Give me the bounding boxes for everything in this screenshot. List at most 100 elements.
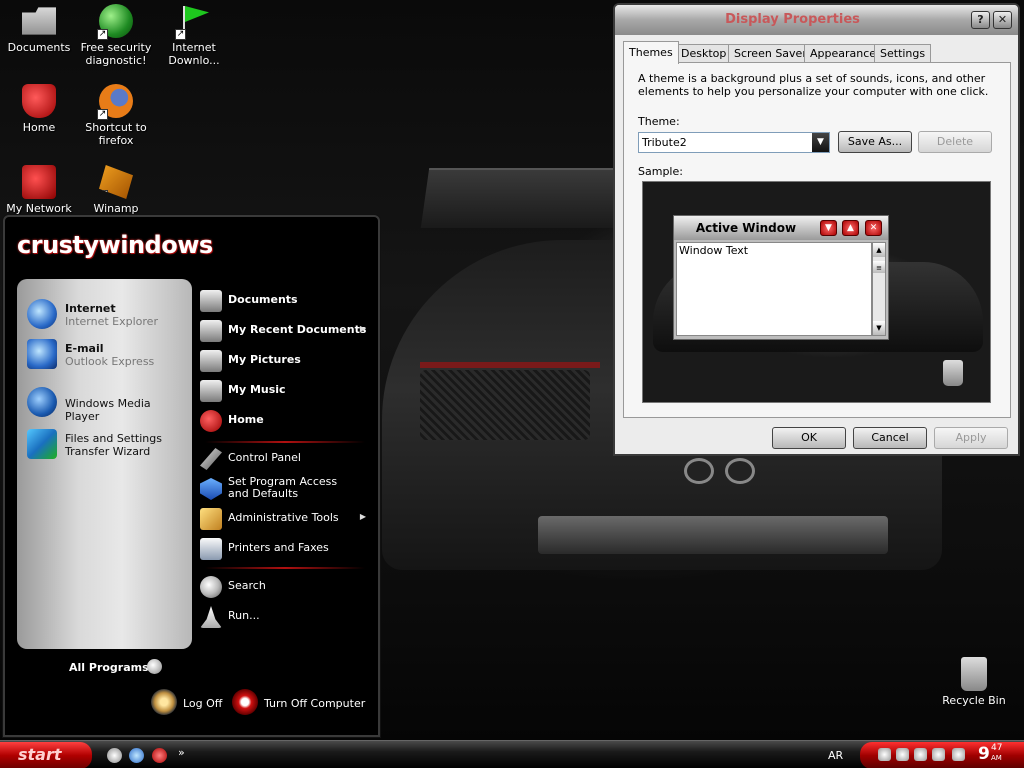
network-status-icon[interactable] bbox=[932, 748, 945, 761]
title-bar[interactable]: Display Properties ? ✕ bbox=[615, 5, 1018, 35]
volume-icon[interactable] bbox=[896, 748, 909, 761]
show-desktop-icon[interactable] bbox=[107, 748, 122, 763]
user-name: crustywindows bbox=[17, 231, 213, 259]
start-item-label: Administrative Tools bbox=[228, 511, 339, 524]
cancel-button[interactable]: Cancel bbox=[853, 427, 927, 449]
start-item-home[interactable]: Home bbox=[200, 408, 372, 434]
home-icon bbox=[22, 84, 56, 118]
firefox-icon: ↗ bbox=[97, 84, 133, 120]
menu-separator bbox=[205, 441, 365, 443]
admin-tools-icon bbox=[200, 508, 222, 530]
help-button[interactable]: ? bbox=[971, 11, 990, 29]
all-programs-arrow-icon[interactable] bbox=[147, 659, 162, 674]
clock-hour[interactable]: 9 bbox=[978, 744, 990, 764]
language-indicator[interactable]: AR bbox=[828, 749, 843, 762]
clock-minute[interactable]: 47 bbox=[991, 743, 1002, 753]
program-access-icon bbox=[200, 478, 222, 500]
pinned-programs-panel: Internet Internet Explorer E-mail Outloo… bbox=[17, 279, 192, 649]
start-item-admin-tools[interactable]: Administrative Tools ▶ bbox=[200, 506, 372, 532]
theme-sample-preview: Active Window ▼ ▲ ✕ Window Text ▲ ≡ ▼ bbox=[642, 181, 991, 403]
apply-button[interactable]: Apply bbox=[934, 427, 1008, 449]
start-item-recent-documents[interactable]: My Recent Documents ▶ bbox=[200, 318, 372, 344]
flag-icon: ↗ bbox=[175, 4, 211, 40]
start-item-printers[interactable]: Printers and Faxes bbox=[200, 536, 372, 562]
start-item-title: E-mail bbox=[65, 342, 104, 355]
start-item-title: Windows Media Player bbox=[65, 397, 151, 423]
sample-scrollbar: ▲ ≡ ▼ bbox=[872, 242, 886, 336]
desktop-icon-home[interactable]: Home bbox=[0, 84, 78, 134]
start-item-search[interactable]: Search bbox=[200, 574, 372, 600]
sample-window-text: Window Text bbox=[679, 244, 749, 257]
clock-ampm[interactable]: AM bbox=[991, 754, 1002, 762]
log-off-button[interactable]: Log Off bbox=[151, 689, 231, 717]
tab-themes[interactable]: Themes bbox=[623, 41, 679, 64]
email-icon bbox=[27, 339, 57, 369]
start-item-label: Control Panel bbox=[228, 451, 301, 464]
close-button[interactable]: ✕ bbox=[993, 11, 1012, 29]
tab-appearance[interactable]: Appearance bbox=[804, 44, 883, 63]
power-icon bbox=[232, 689, 258, 715]
tray-icon[interactable] bbox=[878, 748, 891, 761]
desktop-icon-label: Internet Downlo... bbox=[168, 41, 220, 67]
desktop-icon-winamp[interactable]: ↗ Winamp bbox=[77, 165, 155, 215]
start-item-my-pictures[interactable]: My Pictures bbox=[200, 348, 372, 374]
start-item-transfer-wizard[interactable]: Files and Settings Transfer Wizard bbox=[25, 427, 185, 463]
log-off-label: Log Off bbox=[183, 697, 223, 710]
start-item-media-player[interactable]: Windows Media Player bbox=[25, 385, 185, 423]
window-title: Display Properties bbox=[725, 12, 860, 27]
tray-icon[interactable] bbox=[914, 748, 927, 761]
desktop-icon-documents[interactable]: Documents bbox=[0, 4, 78, 54]
folder-icon bbox=[22, 7, 56, 35]
desktop-icon-label: My Network bbox=[6, 202, 72, 215]
save-as-button[interactable]: Save As... bbox=[838, 131, 912, 153]
internet-explorer-icon[interactable] bbox=[129, 748, 144, 763]
power-status-icon[interactable] bbox=[952, 748, 965, 761]
car-wing-graphic bbox=[420, 168, 630, 228]
start-item-email[interactable]: E-mail Outlook Express bbox=[25, 337, 185, 373]
chevron-down-icon[interactable]: ▼ bbox=[812, 133, 829, 152]
desktop-icon-security[interactable]: ↗ Free security diagnostic! bbox=[77, 4, 155, 67]
start-item-label: Documents bbox=[228, 293, 298, 306]
start-item-label: My Pictures bbox=[228, 353, 301, 366]
start-item-title: Internet bbox=[65, 302, 116, 315]
delete-button[interactable]: Delete bbox=[918, 131, 992, 153]
desktop-icon-label: Recycle Bin bbox=[942, 694, 1006, 707]
start-menu: crustywindows Internet Internet Explorer… bbox=[3, 215, 380, 737]
start-item-program-access[interactable]: Set Program Access and Defaults bbox=[200, 476, 372, 506]
globe-icon: ↗ bbox=[97, 4, 133, 40]
tab-desktop[interactable]: Desktop bbox=[675, 44, 733, 63]
sample-label: Sample: bbox=[638, 165, 683, 178]
ok-button[interactable]: OK bbox=[772, 427, 846, 449]
start-item-documents[interactable]: Documents bbox=[200, 288, 372, 314]
control-panel-icon bbox=[200, 448, 222, 470]
tab-settings[interactable]: Settings bbox=[874, 44, 932, 63]
theme-description: A theme is a background plus a set of so… bbox=[638, 72, 989, 98]
quicklaunch-app-icon[interactable] bbox=[152, 748, 167, 763]
start-item-internet[interactable]: Internet Internet Explorer bbox=[25, 297, 185, 333]
theme-dropdown[interactable]: Tribute2 ▼ bbox=[638, 132, 830, 153]
log-off-icon bbox=[151, 689, 177, 715]
taskbar: start » AR 9 47 AM bbox=[0, 740, 1024, 768]
tab-screen-saver[interactable]: Screen Saver bbox=[728, 44, 813, 63]
desktop-icon-firefox[interactable]: ↗ Shortcut to firefox bbox=[77, 84, 155, 147]
start-item-run[interactable]: Run... bbox=[200, 604, 372, 630]
sample-window-body: Window Text bbox=[676, 242, 872, 336]
car-grille-graphic bbox=[420, 370, 590, 440]
desktop-icon-label: Shortcut to firefox bbox=[85, 121, 147, 147]
start-item-my-music[interactable]: My Music bbox=[200, 378, 372, 404]
run-icon bbox=[200, 606, 222, 628]
all-programs-button[interactable]: All Programs bbox=[69, 661, 149, 674]
desktop-icon-my-network[interactable]: My Network bbox=[0, 165, 78, 215]
start-button[interactable]: start bbox=[0, 742, 92, 768]
desktop-icon-label: Winamp bbox=[93, 202, 139, 215]
folder-icon bbox=[200, 290, 222, 312]
turn-off-button[interactable]: Turn Off Computer bbox=[232, 689, 372, 717]
quicklaunch-more-button[interactable]: » bbox=[178, 746, 185, 759]
scroll-down-icon: ▼ bbox=[873, 321, 885, 335]
desktop-icon-recycle-bin[interactable]: Recycle Bin bbox=[935, 657, 1013, 707]
sample-title-bar: Active Window ▼ ▲ ✕ bbox=[674, 216, 888, 240]
desktop-icon-internet-download[interactable]: ↗ Internet Downlo... bbox=[155, 4, 233, 67]
start-item-control-panel[interactable]: Control Panel bbox=[200, 446, 372, 472]
start-item-label: Run... bbox=[228, 609, 260, 622]
printer-icon bbox=[200, 538, 222, 560]
